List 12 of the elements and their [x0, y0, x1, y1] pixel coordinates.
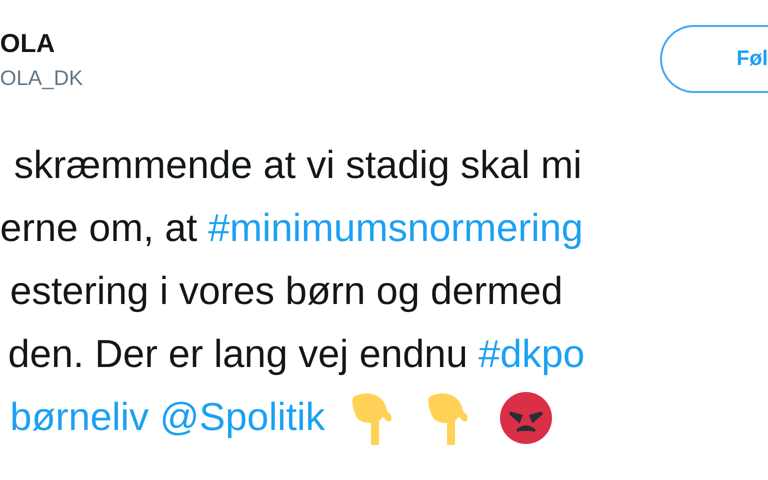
hashtag-link[interactable]: børneliv: [10, 386, 149, 449]
tweet-text: skræmmende at vi stadig skal mi: [14, 143, 582, 189]
hashtag-link[interactable]: @Spolitik: [160, 386, 326, 449]
tweet-text: erne om, at: [0, 206, 198, 252]
follow-button[interactable]: Føl: [660, 25, 768, 93]
tweet-text: den. Der er lang vej endnu: [8, 332, 469, 378]
angry-face-icon: [499, 390, 554, 444]
author-name: OLA: [0, 28, 56, 59]
author-handle: OLA_DK: [0, 67, 83, 91]
tweet-text: estering i vores børn og dermed: [10, 269, 563, 315]
hashtag-link[interactable]: #minimumsnormering: [208, 197, 584, 260]
hashtag-link[interactable]: #dkpo: [478, 323, 585, 386]
